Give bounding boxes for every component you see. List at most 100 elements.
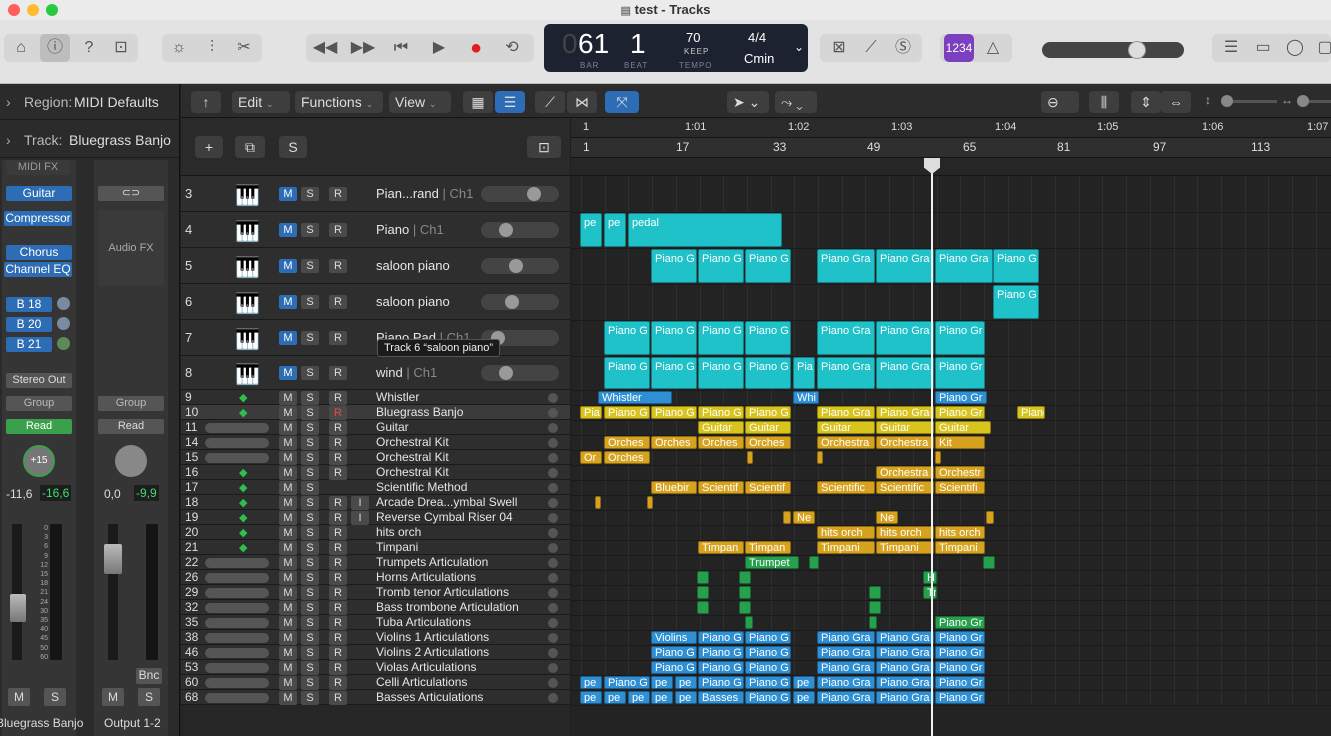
record-enable-button[interactable]: R <box>329 466 347 480</box>
region[interactable]: pe <box>580 676 602 689</box>
send-knob-b18[interactable] <box>57 297 70 310</box>
notepad-icon[interactable]: ▭ <box>1248 34 1278 62</box>
region[interactable]: Piano Gra <box>817 691 875 704</box>
region[interactable]: pe <box>675 691 697 704</box>
mute-button[interactable]: M <box>279 259 297 273</box>
region[interactable]: Pia <box>580 406 602 419</box>
track-row[interactable]: 29◆MSRTromb tenor Articulations <box>181 585 570 600</box>
view-menu[interactable]: View ⌄ <box>389 91 451 113</box>
send-b21[interactable]: B 21 <box>6 337 52 352</box>
region[interactable]: Timpan <box>698 541 744 554</box>
vertical-zoom-slider[interactable] <box>1221 95 1277 107</box>
region[interactable] <box>697 586 709 599</box>
output-stereo-out[interactable]: Stereo Out <box>6 373 72 388</box>
waveform-zoom-icon[interactable]: ⫼ <box>1089 91 1119 113</box>
region[interactable]: Piano Gra <box>817 249 875 283</box>
plugin-chorus[interactable]: Chorus <box>6 245 72 260</box>
region[interactable] <box>647 496 653 509</box>
region[interactable]: Orchestr <box>935 466 985 479</box>
record-enable-button[interactable]: R <box>329 601 347 615</box>
track-row[interactable]: 46◆MSRViolins 2 Articulations <box>181 645 570 660</box>
track-volume-knob[interactable] <box>505 295 519 309</box>
region[interactable]: Piano G <box>698 646 744 659</box>
strip1-mute-button[interactable]: M <box>8 688 30 706</box>
send-knob-b20[interactable] <box>57 317 70 330</box>
count-in-button[interactable]: 1234 <box>944 34 974 62</box>
region[interactable]: Piano Gra <box>876 321 934 355</box>
zoom-window-button[interactable] <box>46 4 58 16</box>
vertical-zoom-knob[interactable] <box>1221 95 1233 107</box>
mute-button[interactable]: M <box>279 556 297 570</box>
region[interactable]: Scientific <box>876 481 934 494</box>
toolbar-toggle-icon[interactable]: ⊡ <box>106 34 136 62</box>
track-volume-slider[interactable] <box>205 573 269 583</box>
solo-button[interactable]: S <box>301 691 319 705</box>
track-header-config-icon[interactable]: ⊡ <box>527 136 561 158</box>
solo-button[interactable]: S <box>301 391 319 405</box>
solo-mode-icon[interactable]: Ⓢ <box>888 34 918 62</box>
region[interactable]: Piano G <box>745 646 791 659</box>
track-row[interactable]: 22◆MSRTrumpets Articulation <box>181 555 570 570</box>
solo-button[interactable]: S <box>301 571 319 585</box>
send-b20[interactable]: B 20 <box>6 317 52 332</box>
grid-view-icon[interactable]: ▦ <box>463 91 493 113</box>
region[interactable] <box>745 616 753 629</box>
region[interactable]: Guitar <box>745 421 791 434</box>
region[interactable]: hits orch <box>817 526 875 539</box>
library-icon[interactable]: ⌂ <box>6 34 36 62</box>
send-knob-b21[interactable] <box>57 337 70 350</box>
record-enable-button[interactable]: R <box>329 366 347 380</box>
solo-button[interactable]: S <box>301 331 319 345</box>
track-row[interactable]: 53◆MSRViolas Articulations <box>181 660 570 675</box>
region[interactable]: Piano Gra <box>817 406 875 419</box>
track-volume-slider[interactable] <box>481 294 559 310</box>
lcd-chevron-down-icon[interactable]: ⌄ <box>794 40 804 54</box>
region[interactable]: Orches <box>698 436 744 449</box>
region[interactable]: pe <box>580 691 602 704</box>
lcd-display[interactable]: 0 61 1 BAR BEAT 70 KEEP TEMPO 4/4 Cmin ⌄ <box>544 24 808 72</box>
region[interactable]: Piano Gra <box>876 676 934 689</box>
mute-button[interactable]: M <box>279 421 297 435</box>
track-row[interactable]: 18 ◆ M S R I Arcade Drea...ymbal Swell <box>181 495 570 510</box>
tuner-icon[interactable]: ⟋ <box>856 34 886 62</box>
region[interactable]: Timpani <box>876 541 934 554</box>
mute-button[interactable]: M <box>279 571 297 585</box>
track-row[interactable]: 17 ◆ M S Scientific Method <box>181 480 570 495</box>
region[interactable]: Piano Gr <box>935 646 985 659</box>
solo-button[interactable]: S <box>301 676 319 690</box>
track-row[interactable]: 26◆MSRHorns Articulations <box>181 570 570 585</box>
track-volume-slider[interactable] <box>205 603 269 613</box>
solo-button[interactable]: S <box>301 526 319 540</box>
mute-button[interactable]: M <box>279 526 297 540</box>
region[interactable] <box>869 616 877 629</box>
solo-button[interactable]: S <box>301 646 319 660</box>
record-enable-button[interactable]: R <box>329 421 347 435</box>
region[interactable]: Piano Gr <box>935 321 985 355</box>
region[interactable]: Piano Gr <box>935 691 985 704</box>
track-volume-slider[interactable] <box>481 365 559 381</box>
region[interactable]: Pia <box>793 357 815 389</box>
track-volume-slider[interactable] <box>481 186 559 202</box>
region[interactable] <box>739 586 751 599</box>
horizontal-zoom-knob[interactable] <box>1297 95 1309 107</box>
region[interactable]: Orchestra <box>876 436 934 449</box>
solo-button[interactable]: S <box>301 481 319 495</box>
region[interactable]: Piano G <box>698 321 744 355</box>
track-row[interactable]: 21 ◆ M S R Timpani <box>181 540 570 555</box>
track-volume-knob[interactable] <box>527 187 541 201</box>
strip2-mute-button[interactable]: M <box>102 688 124 706</box>
region[interactable]: Piano G <box>604 321 650 355</box>
region[interactable]: Whi <box>793 391 819 404</box>
solo-button[interactable]: S <box>301 496 319 510</box>
mute-button[interactable]: M <box>279 691 297 705</box>
region[interactable]: Piano G <box>698 661 744 674</box>
functions-menu[interactable]: Functions ⌄ <box>295 91 383 113</box>
plugin-compressor[interactable]: Compressor <box>4 211 72 226</box>
plugin-channel-eq[interactable]: Channel EQ <box>4 262 72 277</box>
solo-button[interactable]: S <box>301 187 319 201</box>
region[interactable]: Piano G <box>745 691 791 704</box>
region[interactable]: Piano Gra <box>876 406 934 419</box>
mute-button[interactable]: M <box>279 511 297 525</box>
region[interactable]: Piano Gra <box>876 661 934 674</box>
region[interactable]: pe <box>628 691 650 704</box>
